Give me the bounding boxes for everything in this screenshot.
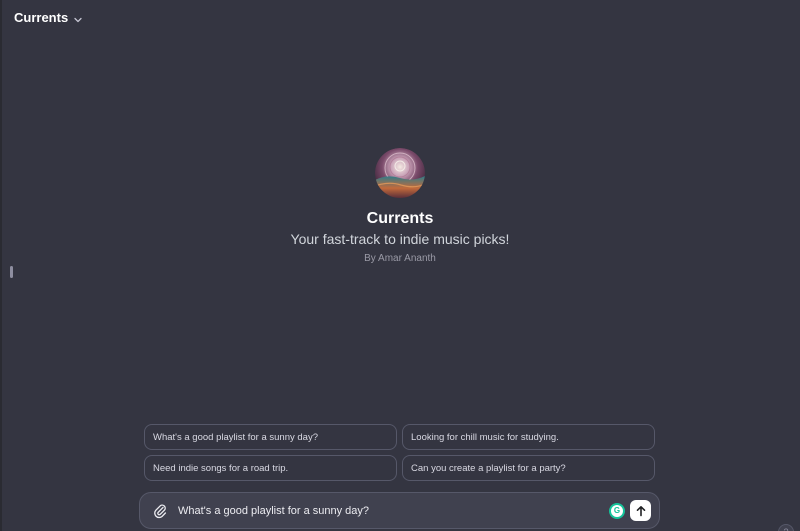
grammarly-letter: G (611, 504, 623, 517)
message-composer: What's a good playlist for a sunny day? … (139, 492, 660, 529)
model-switcher[interactable]: Currents (14, 8, 83, 26)
suggestion-button[interactable]: Looking for chill music for studying. (402, 424, 655, 450)
suggestion-button[interactable]: Need indie songs for a road trip. (144, 455, 397, 481)
send-button[interactable] (630, 500, 651, 521)
message-input[interactable]: What's a good playlist for a sunny day? (178, 505, 609, 517)
help-button[interactable]: ? (778, 524, 794, 531)
gpt-title: Currents (14, 9, 69, 25)
sidebar-resize-handle[interactable] (10, 266, 13, 278)
chevron-down-icon (73, 12, 83, 23)
gpt-intro: Currents Your fast-track to indie music … (0, 148, 800, 264)
grammarly-icon[interactable]: G (609, 502, 625, 519)
gpt-name: Currents (366, 210, 434, 227)
suggestion-grid: What's a good playlist for a sunny day? … (144, 424, 655, 481)
gpt-author: By Amar Ananth (364, 253, 436, 264)
suggestion-button[interactable]: What's a good playlist for a sunny day? (144, 424, 397, 450)
paperclip-icon[interactable] (150, 501, 170, 521)
app-window: Currents Currents Your fast-track to ind… (0, 0, 800, 531)
suggestion-button[interactable]: Can you create a playlist for a party? (402, 455, 655, 481)
sidebar-edge (0, 0, 2, 531)
gpt-avatar (375, 148, 425, 198)
gpt-description: Your fast-track to indie music picks! (290, 231, 510, 247)
arrow-up-icon (636, 505, 645, 516)
